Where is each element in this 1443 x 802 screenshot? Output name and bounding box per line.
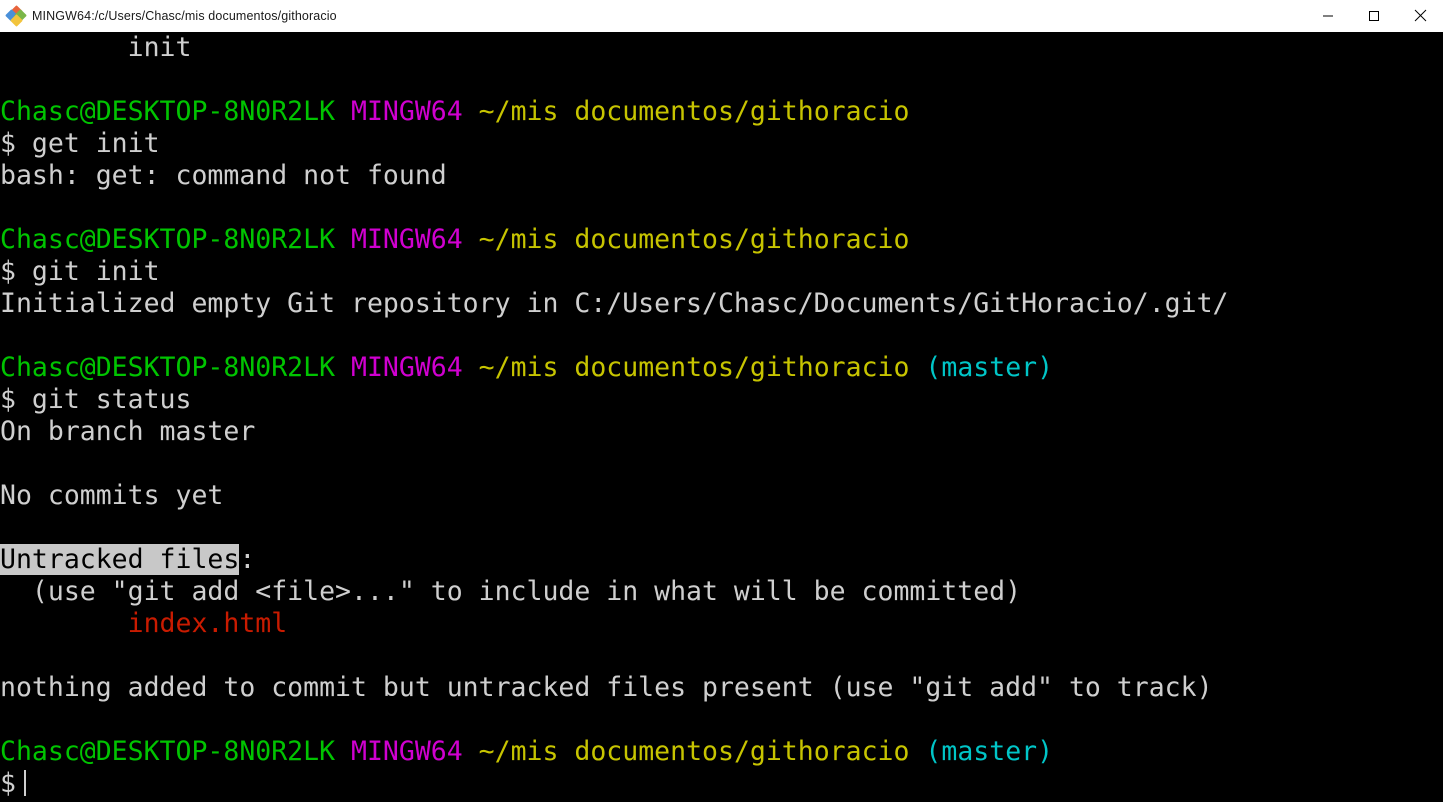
close-button[interactable] [1397, 0, 1443, 32]
terminal-output: init Chasc@DESKTOP-8N0R2LK MINGW64 ~/mis … [0, 32, 1443, 800]
window-titlebar[interactable]: MINGW64:/c/Users/Chasc/mis documentos/gi… [0, 0, 1443, 32]
terminal-line: nothing added to commit but untracked fi… [0, 672, 1443, 704]
terminal-text: init [0, 32, 192, 63]
maximize-icon [1368, 10, 1380, 22]
terminal-line: Chasc@DESKTOP-8N0R2LK MINGW64 ~/mis docu… [0, 736, 1443, 768]
window-title: MINGW64:/c/Users/Chasc/mis documentos/gi… [32, 8, 337, 23]
terminal-text: Chasc@DESKTOP-8N0R2LK [0, 96, 336, 127]
terminal-line: bash: get: command not found [0, 160, 1443, 192]
terminal-line: Untracked files: [0, 544, 1443, 576]
terminal-line: index.html [0, 608, 1443, 640]
terminal-text: (master) [925, 352, 1054, 383]
terminal-screen[interactable]: init Chasc@DESKTOP-8N0R2LK MINGW64 ~/mis … [0, 32, 1443, 802]
terminal-line: $ git init [0, 256, 1443, 288]
selected-text: Untracked files [0, 544, 240, 575]
terminal-text: MINGW64 [351, 224, 463, 255]
mintty-diamond-icon [5, 4, 27, 27]
terminal-text: index.html [0, 608, 288, 639]
terminal-text: No commits yet [0, 480, 224, 511]
terminal-text: Chasc@DESKTOP-8N0R2LK [0, 736, 336, 767]
terminal-text: Chasc@DESKTOP-8N0R2LK [0, 224, 336, 255]
terminal-line: $ [0, 768, 1443, 800]
terminal-line: On branch master [0, 416, 1443, 448]
close-icon [1414, 9, 1427, 22]
terminal-text: $ git init [0, 256, 160, 287]
window-controls [1305, 0, 1443, 32]
maximize-button[interactable] [1351, 0, 1397, 32]
terminal-text: ~/mis documentos/githoracio [478, 224, 910, 255]
terminal-text: nothing added to commit but untracked fi… [0, 672, 1213, 703]
terminal-line: $ git status [0, 384, 1443, 416]
terminal-line: Chasc@DESKTOP-8N0R2LK MINGW64 ~/mis docu… [0, 224, 1443, 256]
terminal-text: $ [0, 768, 16, 799]
terminal-text: (master) [925, 736, 1054, 767]
terminal-text: $ get init [0, 128, 160, 159]
terminal-text: $ git status [0, 384, 192, 415]
terminal-text: MINGW64 [351, 96, 463, 127]
terminal-text: On branch master [0, 416, 256, 447]
terminal-line: Chasc@DESKTOP-8N0R2LK MINGW64 ~/mis docu… [0, 352, 1443, 384]
terminal-text: (use "git add <file>..." to include in w… [0, 576, 1022, 607]
minimize-icon [1322, 10, 1334, 22]
terminal-line: Initialized empty Git repository in C:/U… [0, 288, 1443, 320]
terminal-text: MINGW64 [351, 736, 463, 767]
terminal-text: ~/mis documentos/githoracio [478, 96, 910, 127]
terminal-text: ~/mis documentos/githoracio [478, 352, 910, 383]
terminal-text: ~/mis documentos/githoracio [478, 736, 910, 767]
terminal-line: No commits yet [0, 480, 1443, 512]
minimize-button[interactable] [1305, 0, 1351, 32]
titlebar-left: MINGW64:/c/Users/Chasc/mis documentos/gi… [0, 4, 1305, 27]
terminal-text: MINGW64 [351, 352, 463, 383]
terminal-line: $ get init [0, 128, 1443, 160]
terminal-text: : [239, 544, 256, 575]
terminal-text: Chasc@DESKTOP-8N0R2LK [0, 352, 336, 383]
terminal-line: (use "git add <file>..." to include in w… [0, 576, 1443, 608]
text-cursor [23, 770, 26, 796]
terminal-text: bash: get: command not found [0, 160, 447, 191]
terminal-line: Chasc@DESKTOP-8N0R2LK MINGW64 ~/mis docu… [0, 96, 1443, 128]
terminal-text: Initialized empty Git repository in C:/U… [0, 288, 1229, 319]
terminal-line: init [0, 32, 1443, 64]
